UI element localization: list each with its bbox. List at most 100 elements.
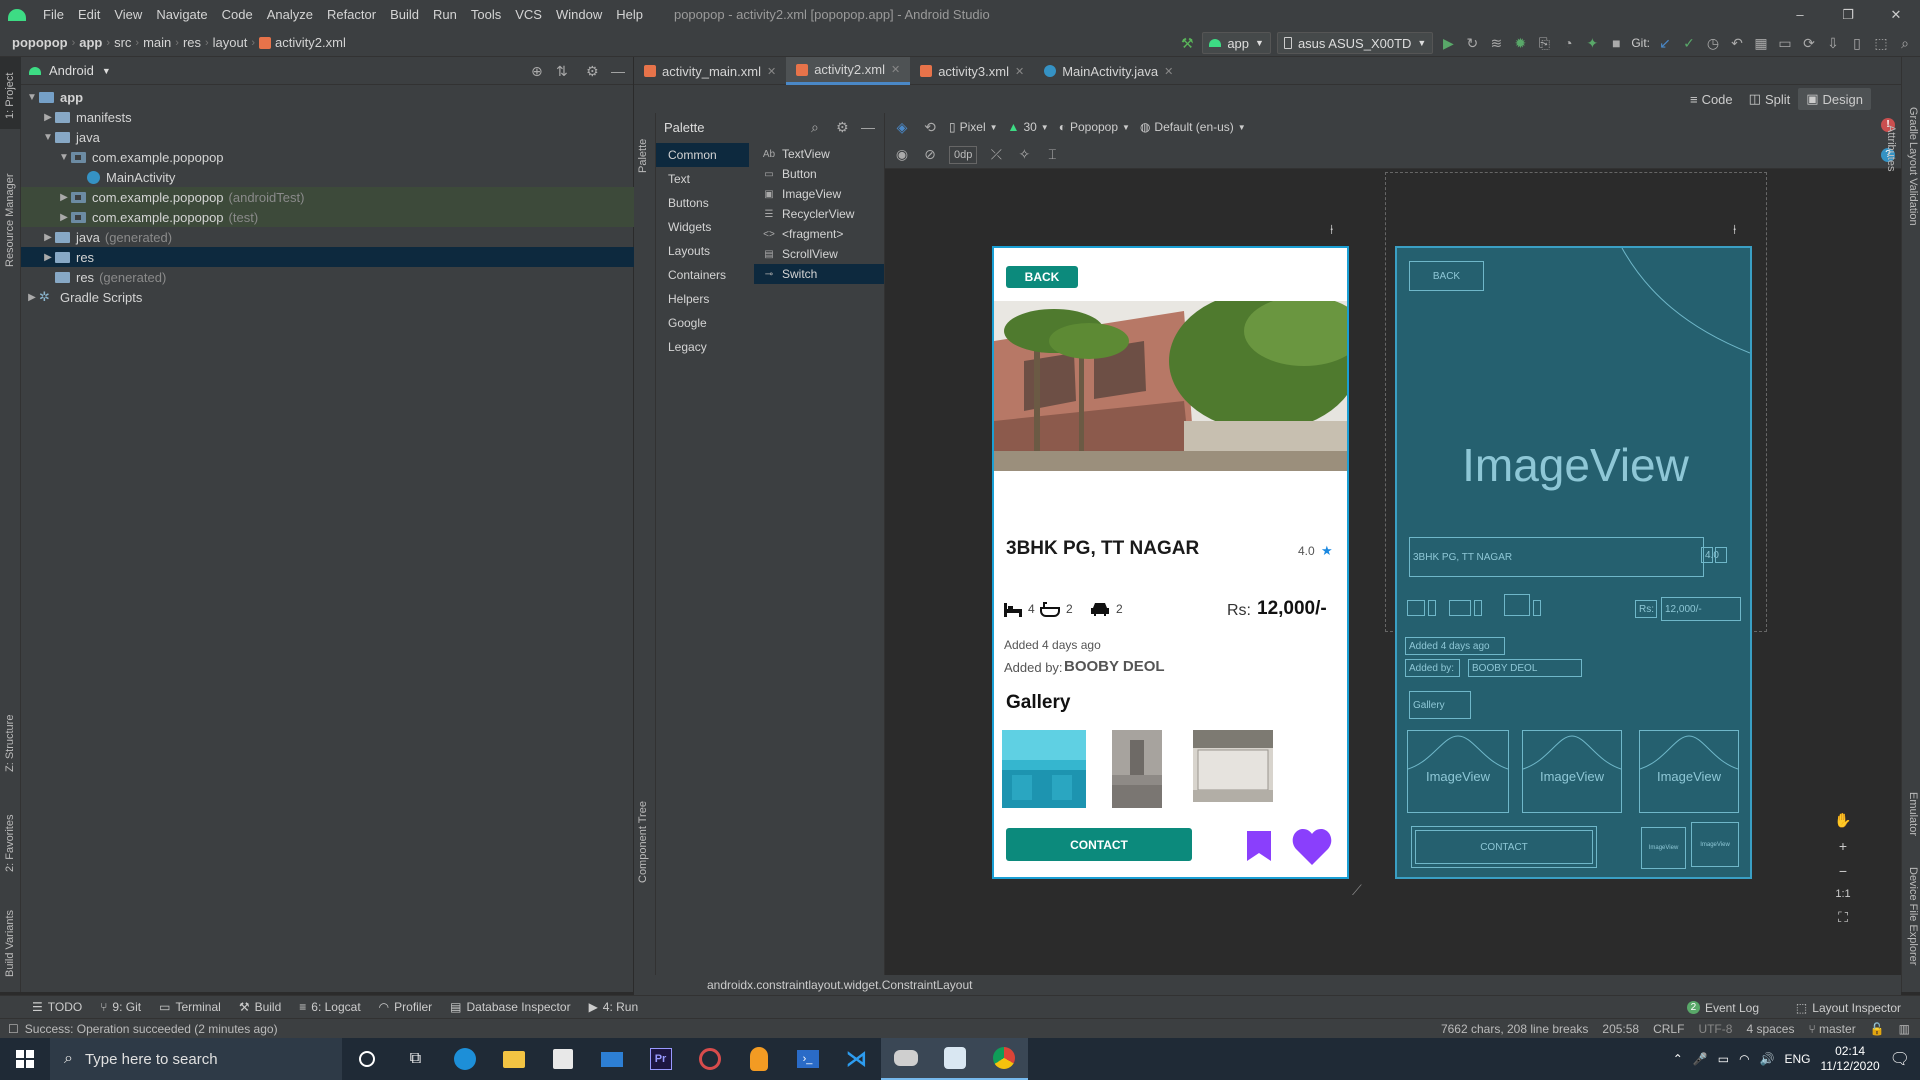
phone-design-preview[interactable]: BACK 3BHK PG, TT NAGAR 4.0 ★ 4 2 2 Rs: 1… xyxy=(992,246,1349,879)
breadcrumb-file[interactable]: activity2.xml xyxy=(271,35,350,50)
layout-inspector-icon[interactable]: ⬚ xyxy=(1872,34,1890,52)
git-history-icon[interactable]: ◷ xyxy=(1704,34,1722,52)
close-tab-icon[interactable]: ✕ xyxy=(767,65,776,78)
clock[interactable]: 02:14 11/12/2020 xyxy=(1821,1044,1880,1074)
guidelines-icon[interactable]: ⌶ xyxy=(1043,146,1061,164)
zoom-to-fit-icon[interactable]: ⛶ xyxy=(1838,909,1848,926)
taskbar-premiere[interactable]: Pr xyxy=(636,1038,685,1080)
zoom-actual-size-icon[interactable]: 1:1 xyxy=(1835,888,1850,900)
zoom-in-icon[interactable]: + xyxy=(1839,838,1847,854)
palette-category-common[interactable]: Common xyxy=(656,143,749,167)
taskbar-search-box[interactable]: ⌕ Type here to search xyxy=(50,1038,342,1080)
close-tab-icon[interactable]: ✕ xyxy=(1164,65,1173,78)
gallery-image-2[interactable] xyxy=(1112,730,1162,808)
autoconnect-off-icon[interactable]: ⊘ xyxy=(921,146,939,164)
profiler-tool-button[interactable]: ◠ Profiler xyxy=(370,1000,442,1014)
bp-gallery-image-2[interactable]: ImageView xyxy=(1522,730,1622,813)
taskbar-store[interactable] xyxy=(538,1038,587,1080)
design-mode-button[interactable]: ▣ Design xyxy=(1798,88,1871,110)
sdk-manager-icon[interactable]: ⇩ xyxy=(1824,34,1842,52)
clear-constraints-icon[interactable]: ⤫ xyxy=(987,146,1005,164)
maximize-button[interactable]: ❐ xyxy=(1824,0,1872,29)
taskbar-gamepad[interactable] xyxy=(881,1038,930,1080)
terminal-tool-button[interactable]: ▭ Terminal xyxy=(150,1000,230,1014)
bp-price-box[interactable]: 12,000/- xyxy=(1661,597,1741,621)
taskbar-media[interactable] xyxy=(685,1038,734,1080)
tree-item-manifests[interactable]: ▶ manifests xyxy=(21,107,634,127)
tree-item-package-main[interactable]: ▼ com.example.popopop xyxy=(21,147,634,167)
device-select[interactable]: ▯ Pixel ▼ xyxy=(949,120,998,134)
battery-icon[interactable]: ▭ xyxy=(1718,1052,1729,1066)
git-update-icon[interactable]: ↙ xyxy=(1656,34,1674,52)
palette-category-widgets[interactable]: Widgets xyxy=(656,215,749,239)
layout-validation-tab[interactable]: Layout Validation xyxy=(1907,142,1919,226)
layout-inspector-tool-button[interactable]: ⬚ Layout Inspector xyxy=(1787,996,1910,1019)
gear-icon[interactable]: ⚙ xyxy=(586,63,599,80)
gallery-image-3[interactable] xyxy=(1193,730,1273,802)
menu-refactor[interactable]: Refactor xyxy=(320,7,383,22)
tab-mainactivity-java[interactable]: MainActivity.java ✕ xyxy=(1034,57,1183,85)
apply-changes-icon[interactable]: ↻ xyxy=(1463,34,1481,52)
menu-code[interactable]: Code xyxy=(215,7,260,22)
run-tool-button[interactable]: ▶ 4: Run xyxy=(580,1000,648,1014)
emulator-tab[interactable]: Emulator xyxy=(1907,792,1919,836)
volume-icon[interactable]: 🔊 xyxy=(1760,1052,1775,1066)
apply-code-changes-icon[interactable]: ≋ xyxy=(1487,34,1505,52)
git-branch[interactable]: ⑂ master xyxy=(1808,1022,1855,1036)
project-structure-icon[interactable]: ▦ xyxy=(1752,34,1770,52)
palette-item-button[interactable]: ▭ Button xyxy=(754,164,884,184)
char-count[interactable]: 7662 chars, 208 line breaks xyxy=(1441,1022,1588,1036)
menu-view[interactable]: View xyxy=(107,7,149,22)
device-select[interactable]: asus ASUS_X00TD ▼ xyxy=(1276,32,1434,54)
palette-category-buttons[interactable]: Buttons xyxy=(656,191,749,215)
palette-item-fragment[interactable]: <> <fragment> xyxy=(754,224,884,244)
bp-back-button[interactable]: BACK xyxy=(1409,261,1484,291)
palette-tab[interactable]: Palette xyxy=(637,139,649,173)
taskbar-explorer[interactable] xyxy=(489,1038,538,1080)
menu-vcs[interactable]: VCS xyxy=(508,7,549,22)
run-config-select[interactable]: app ▼ xyxy=(1202,32,1271,54)
menu-window[interactable]: Window xyxy=(549,7,609,22)
project-view-mode-select[interactable]: Android xyxy=(49,63,94,78)
tree-item-mainactivity[interactable]: MainActivity xyxy=(21,167,634,187)
profile-icon[interactable]: ◔ xyxy=(1559,34,1577,52)
minimize-button[interactable]: – xyxy=(1776,0,1824,29)
tree-item-package-test[interactable]: ▶ com.example.popopop (test) xyxy=(21,207,634,227)
search-icon[interactable]: ⌕ xyxy=(811,119,819,136)
palette-item-switch[interactable]: ⊸ Switch xyxy=(754,264,884,284)
build-variants-tab[interactable]: Build Variants xyxy=(4,910,16,977)
attach-debugger-icon[interactable]: ⎘ xyxy=(1535,34,1553,52)
close-window-button[interactable]: ✕ xyxy=(1872,0,1920,29)
avd-manager-icon[interactable]: ▭ xyxy=(1776,34,1794,52)
notifications-icon[interactable]: 🗨 xyxy=(1890,1049,1910,1069)
expanded-arrow-icon[interactable]: ▼ xyxy=(41,132,55,143)
bp-gallery-image-3[interactable]: ImageView xyxy=(1639,730,1739,813)
bp-rs-box[interactable]: Rs: xyxy=(1635,600,1657,618)
chevron-down-icon[interactable]: ▼ xyxy=(102,66,111,76)
blueprint-preview[interactable]: BACK ImageView 3BHK PG, TT NAGAR 4.0 Rs:… xyxy=(1395,246,1752,879)
palette-category-containers[interactable]: Containers xyxy=(656,263,749,287)
close-tab-icon[interactable]: ✕ xyxy=(1015,65,1024,78)
tree-item-package-androidtest[interactable]: ▶ com.example.popopop (androidTest) xyxy=(21,187,634,207)
database-inspector-tool-button[interactable]: ▤ Database Inspector xyxy=(441,1000,579,1014)
taskbar-flstudio[interactable] xyxy=(734,1038,783,1080)
taskbar-mail[interactable] xyxy=(587,1038,636,1080)
gear-icon[interactable]: ⚙ xyxy=(836,119,849,136)
breadcrumb-layout[interactable]: layout xyxy=(209,35,252,50)
wifi-icon[interactable]: ◠ xyxy=(1739,1052,1749,1066)
search-icon[interactable]: ⌕ xyxy=(1896,34,1914,52)
breadcrumb-module[interactable]: app xyxy=(75,35,106,50)
bp-gallery-image-1[interactable]: ImageView xyxy=(1407,730,1509,813)
pin-icon[interactable]: ⍿ xyxy=(1330,222,1333,238)
menu-build[interactable]: Build xyxy=(383,7,426,22)
theme-select[interactable]: ◐ Popopop ▼ xyxy=(1059,120,1130,134)
tree-item-res[interactable]: ▶ res xyxy=(21,247,634,267)
collapsed-arrow-icon[interactable]: ▶ xyxy=(41,112,55,123)
git-tool-button[interactable]: ⑂ 9: Git xyxy=(91,1000,150,1014)
attributes-tab[interactable]: Attributes xyxy=(1885,125,1897,171)
coverage-icon[interactable]: ✦ xyxy=(1583,34,1601,52)
menu-analyze[interactable]: Analyze xyxy=(260,7,320,22)
taskbar-vscode[interactable]: ⋊ xyxy=(832,1038,881,1080)
cortana-button[interactable] xyxy=(342,1038,391,1080)
hide-panel-icon[interactable]: — xyxy=(861,119,875,135)
